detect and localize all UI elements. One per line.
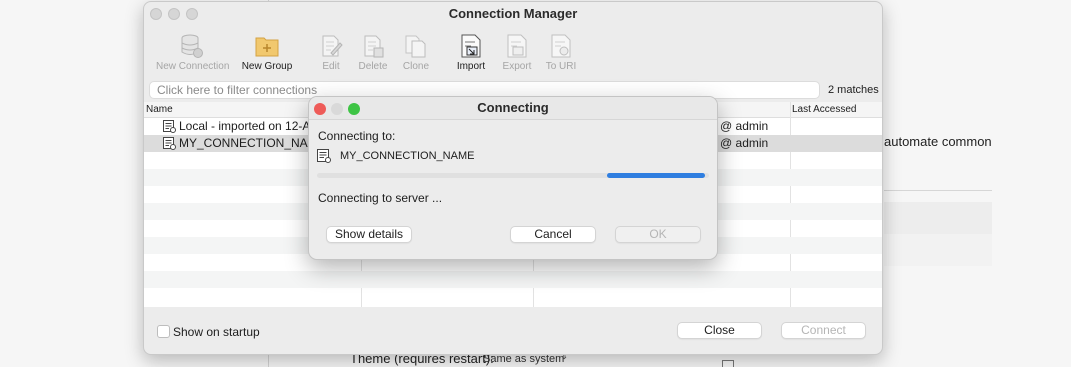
- zoom-window-button[interactable]: [186, 8, 198, 20]
- background-separator: [884, 190, 992, 191]
- status-text: Connecting to server ...: [318, 191, 443, 205]
- zoom-dialog-button[interactable]: [348, 103, 360, 115]
- match-count: 2 matches: [828, 84, 879, 96]
- connection-name: MY_CONNECTION_NAME: [179, 136, 326, 150]
- progress-bar: [317, 173, 709, 178]
- close-button[interactable]: Close: [677, 322, 762, 339]
- clone-icon: [405, 35, 426, 58]
- minimize-dialog-button[interactable]: [331, 103, 343, 115]
- background-row: [884, 234, 992, 266]
- cancel-button[interactable]: Cancel: [510, 226, 596, 243]
- toolbar-label: To URI: [545, 61, 577, 72]
- show-on-startup-checkbox[interactable]: [157, 325, 170, 338]
- toolbar-label: New Group: [241, 61, 293, 72]
- empty-row: [144, 271, 882, 288]
- uri-icon: [551, 34, 571, 58]
- database-icon: [181, 34, 203, 58]
- background-text: automate common: [884, 134, 992, 149]
- toolbar: New Connection New Group Edit Delete Clo…: [144, 30, 882, 78]
- progress-fill: [607, 173, 706, 178]
- window-title: Connection Manager: [448, 6, 578, 21]
- connecting-to-label: Connecting to:: [318, 129, 396, 143]
- ok-button[interactable]: OK: [615, 226, 701, 243]
- show-details-button[interactable]: Show details: [326, 226, 412, 243]
- background-row: [884, 202, 992, 234]
- connection-user: @ admin: [720, 136, 769, 150]
- import-icon: [461, 34, 481, 58]
- connection-icon: [163, 137, 176, 150]
- connect-button[interactable]: Connect: [781, 322, 866, 339]
- connection-icon: [163, 120, 176, 133]
- window-titlebar: Connection Manager: [144, 2, 882, 26]
- connection-user: @ admin: [720, 119, 769, 133]
- close-window-button[interactable]: [150, 8, 162, 20]
- new-group-button[interactable]: New Group: [232, 30, 302, 72]
- connection-name: MY_CONNECTION_NAME: [340, 150, 475, 162]
- close-dialog-button[interactable]: [314, 103, 326, 115]
- minimize-window-button[interactable]: [168, 8, 180, 20]
- column-header-name[interactable]: Name: [146, 104, 173, 115]
- folder-plus-icon: [255, 37, 279, 57]
- connection-icon: [317, 149, 331, 163]
- column-header-last-accessed[interactable]: Last Accessed: [792, 104, 856, 115]
- dialog-titlebar: Connecting: [309, 97, 717, 120]
- background-icon: [722, 360, 734, 367]
- dialog-title: Connecting: [477, 100, 549, 115]
- to-uri-button[interactable]: To URI: [526, 30, 596, 72]
- connection-name: Local - imported on 12-Ap: [179, 119, 318, 133]
- show-on-startup-label: Show on startup: [173, 325, 260, 339]
- new-connection-button[interactable]: New Connection: [156, 30, 230, 72]
- connecting-dialog: Connecting Connecting to: MY_CONNECTION_…: [308, 96, 718, 260]
- toolbar-label: New Connection: [156, 61, 230, 72]
